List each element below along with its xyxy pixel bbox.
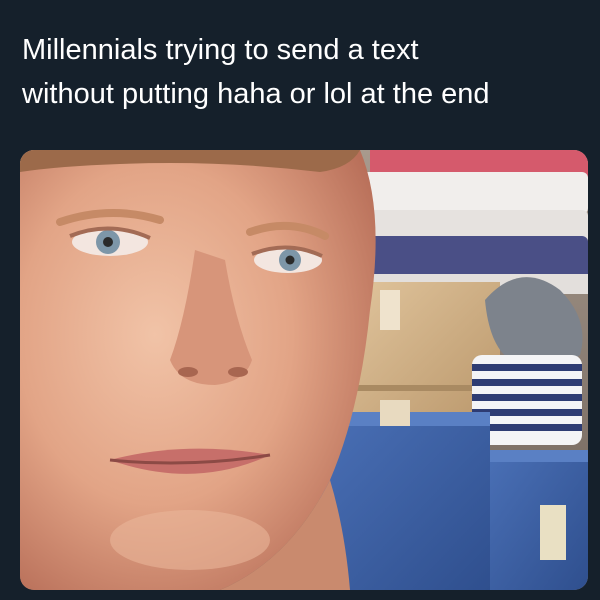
meme-caption: Millennials trying to send a text withou… [22, 28, 582, 116]
chin-highlight [110, 510, 270, 570]
shelf-linens [358, 150, 588, 294]
meme-post: Millennials trying to send a text withou… [0, 0, 600, 600]
caption-line-1: Millennials trying to send a text [22, 34, 419, 66]
meme-photo [20, 150, 588, 590]
selfie-illustration [20, 150, 588, 590]
caption-line-2: without putting haha or lol at the end [22, 78, 490, 110]
